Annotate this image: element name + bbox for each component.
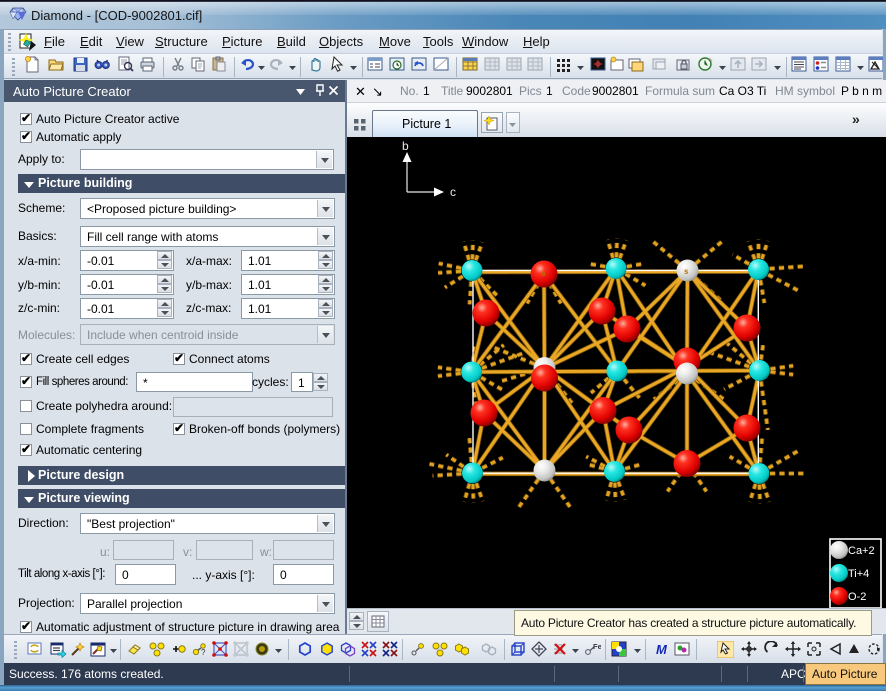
svg-text:Ca+2: Ca+2 (848, 545, 875, 557)
svg-text:M: M (656, 642, 668, 657)
svg-text:s: s (684, 267, 689, 276)
svg-text:s: s (541, 269, 546, 278)
svg-text:Fe: Fe (593, 642, 601, 651)
svg-text:b: b (402, 139, 409, 153)
svg-text:?: ? (201, 648, 206, 657)
svg-text:O-2: O-2 (848, 591, 866, 603)
svg-text:c: c (450, 185, 456, 199)
svg-text:Ti+4: Ti+4 (848, 568, 869, 580)
